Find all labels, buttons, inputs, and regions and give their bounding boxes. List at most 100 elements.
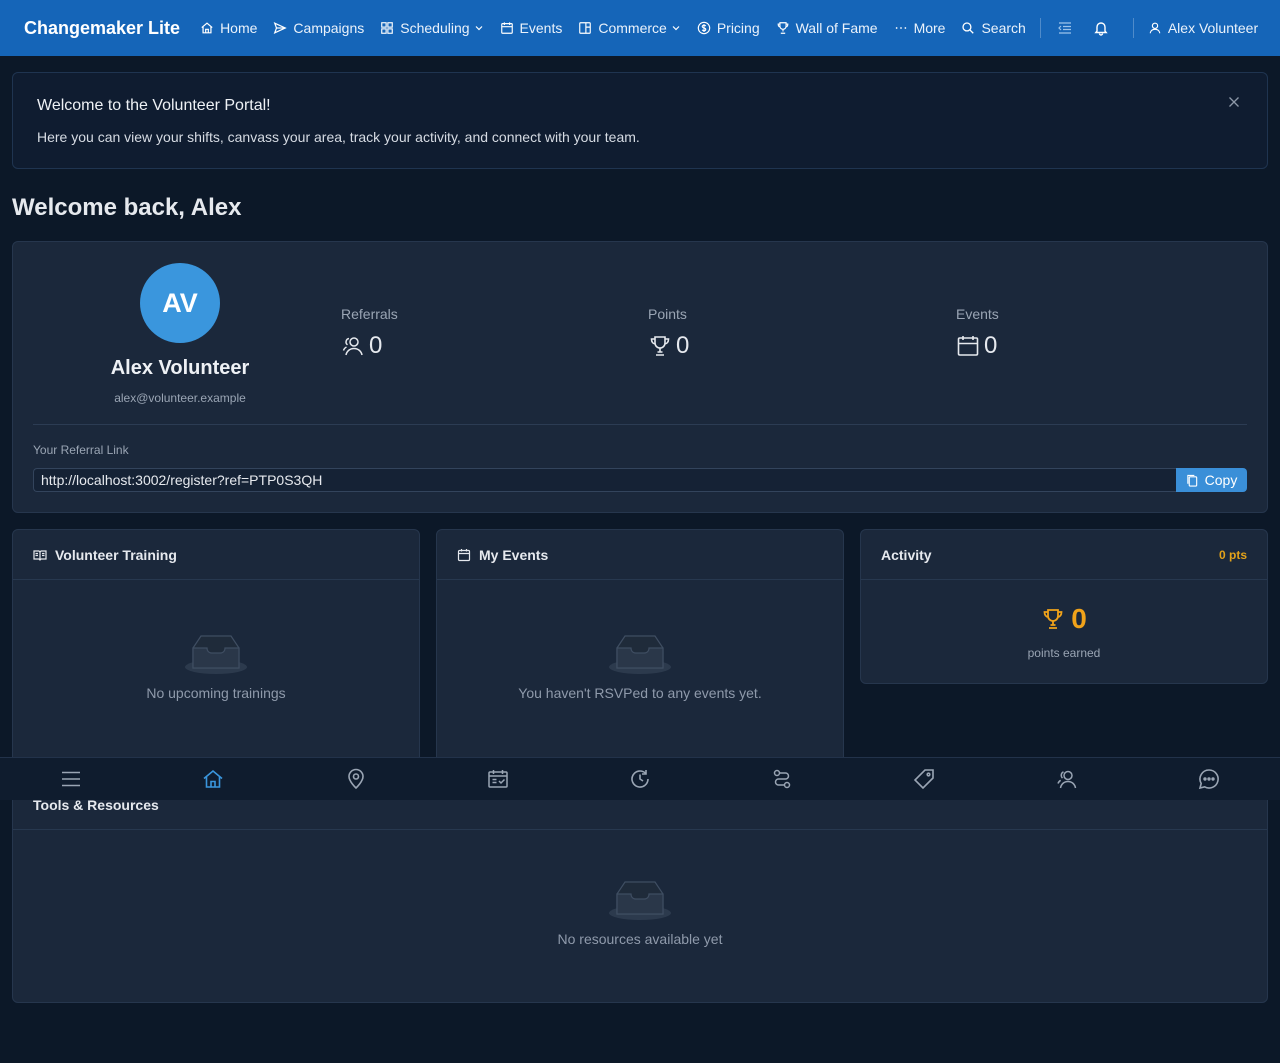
stat-value-row: 0: [956, 332, 999, 360]
route-icon: [771, 768, 793, 790]
volunteer-training-card: Volunteer Training No upcoming trainings: [12, 529, 420, 769]
bottom-nav-schedule[interactable]: [478, 758, 518, 801]
user-icon: [1056, 768, 1078, 790]
dollar-icon: [697, 21, 711, 35]
bell-icon: [1093, 20, 1109, 36]
history-icon: [629, 768, 651, 790]
banner-text: Here you can view your shifts, canvass y…: [37, 129, 640, 145]
copy-icon: [1186, 474, 1199, 487]
chevron-down-icon: [475, 23, 484, 33]
home-icon: [200, 21, 214, 35]
divider: [33, 424, 1247, 425]
profile-email: alex@volunteer.example: [114, 391, 246, 405]
referral-link-label: Your Referral Link: [33, 443, 129, 457]
menu-icon: [60, 768, 82, 790]
panel-title: My Events: [479, 546, 549, 563]
empty-state: You haven't RSVPed to any events yet.: [437, 634, 843, 701]
nav-item-pricing[interactable]: Pricing: [689, 0, 768, 56]
nav-label: Scheduling: [400, 20, 470, 36]
nav-label: Commerce: [598, 20, 667, 36]
activity-points-row: 0: [861, 603, 1267, 635]
user-menu[interactable]: Alex Volunteer: [1140, 0, 1266, 56]
banner-title: Welcome to the Volunteer Portal!: [37, 97, 271, 114]
calendar-icon: [457, 548, 471, 562]
stat-events: Events 0: [956, 306, 999, 360]
bottom-nav-profile[interactable]: [1047, 758, 1087, 801]
nav-label: Wall of Fame: [795, 20, 878, 36]
user-name: Alex Volunteer: [1167, 20, 1259, 36]
panel-header: Volunteer Training: [13, 530, 419, 580]
search-icon: [961, 21, 975, 35]
empty-text: You haven't RSVPed to any events yet.: [518, 685, 762, 701]
calendar-icon: [956, 334, 980, 358]
send-icon: [273, 21, 288, 35]
empty-inbox-icon: [13, 634, 419, 675]
shop-icon: [578, 21, 592, 35]
bottom-nav-tags[interactable]: [904, 758, 944, 801]
nav-label: Pricing: [716, 20, 760, 36]
notifications-button[interactable]: [1083, 0, 1119, 56]
brand-title[interactable]: Changemaker Lite: [24, 18, 180, 39]
panel-header: Activity 0 pts: [861, 530, 1267, 580]
nav-item-home[interactable]: Home: [192, 0, 265, 56]
calendar-icon: [500, 21, 514, 35]
nav-item-events[interactable]: Events: [492, 0, 571, 56]
bottom-nav-chat[interactable]: [1189, 758, 1229, 801]
empty-inbox-icon: [437, 634, 843, 675]
bottom-nav-home[interactable]: [193, 758, 233, 801]
nav-item-more[interactable]: More: [886, 0, 954, 56]
stat-value-row: 0: [341, 332, 398, 360]
referral-link-row: Copy: [33, 468, 1247, 492]
grid-icon: [380, 21, 394, 35]
bottom-nav-history[interactable]: [620, 758, 660, 801]
tag-icon: [913, 768, 935, 790]
copy-label: Copy: [1204, 472, 1238, 488]
panel-header: My Events: [437, 530, 843, 580]
top-navigation: Changemaker Lite Home Campaigns Scheduli…: [0, 0, 1280, 56]
trophy-icon: [1041, 607, 1065, 631]
nav-label: Search: [981, 20, 1026, 36]
nav-item-wall-of-fame[interactable]: Wall of Fame: [768, 0, 886, 56]
activity-points-caption: points earned: [1027, 646, 1101, 660]
nav-item-campaigns[interactable]: Campaigns: [265, 0, 372, 56]
trophy-icon: [648, 334, 672, 358]
my-events-card: My Events You haven't RSVPed to any even…: [436, 529, 844, 769]
points-badge: 0 pts: [1218, 547, 1247, 562]
banner-close-button[interactable]: [1223, 91, 1245, 113]
profile-name: Alex Volunteer: [110, 357, 250, 379]
panel-title: Activity: [881, 546, 932, 563]
stat-value: 0: [676, 332, 690, 359]
empty-text: No upcoming trainings: [146, 685, 286, 701]
welcome-banner: Welcome to the Volunteer Portal! Here yo…: [12, 72, 1268, 169]
copy-button[interactable]: Copy: [1176, 468, 1247, 492]
chevron-down-icon: [672, 23, 681, 33]
activity-points-value: 0: [1071, 603, 1087, 634]
trophy-icon: [776, 21, 790, 35]
menu-fold-icon: [1057, 20, 1073, 36]
nav-item-search[interactable]: Search: [953, 0, 1033, 56]
close-icon: [1228, 96, 1240, 108]
menu-fold-button[interactable]: [1047, 0, 1083, 56]
book-icon: [33, 548, 47, 562]
nav-item-scheduling[interactable]: Scheduling: [372, 0, 491, 56]
bottom-nav-menu[interactable]: [51, 758, 91, 801]
stat-value-row: 0: [648, 332, 689, 360]
referrals-icon: [341, 334, 365, 358]
referral-link-input[interactable]: [33, 468, 1176, 492]
nav-label: Home: [220, 20, 258, 36]
bottom-nav-route[interactable]: [762, 758, 802, 801]
empty-text: No resources available yet: [557, 931, 723, 947]
stat-label: Referrals: [341, 306, 398, 322]
schedule-icon: [487, 768, 509, 790]
empty-state: No resources available yet: [13, 880, 1267, 947]
user-icon: [1148, 21, 1162, 35]
bottom-nav-map[interactable]: [336, 758, 376, 801]
stat-points: Points 0: [648, 306, 689, 360]
nav-divider: [1132, 18, 1134, 38]
page-title: Welcome back, Alex: [12, 194, 242, 221]
home-icon: [202, 768, 224, 790]
map-pin-icon: [345, 768, 367, 790]
nav-item-commerce[interactable]: Commerce: [570, 0, 688, 56]
stat-label: Points: [648, 306, 687, 322]
stat-referrals: Referrals 0: [341, 306, 398, 360]
